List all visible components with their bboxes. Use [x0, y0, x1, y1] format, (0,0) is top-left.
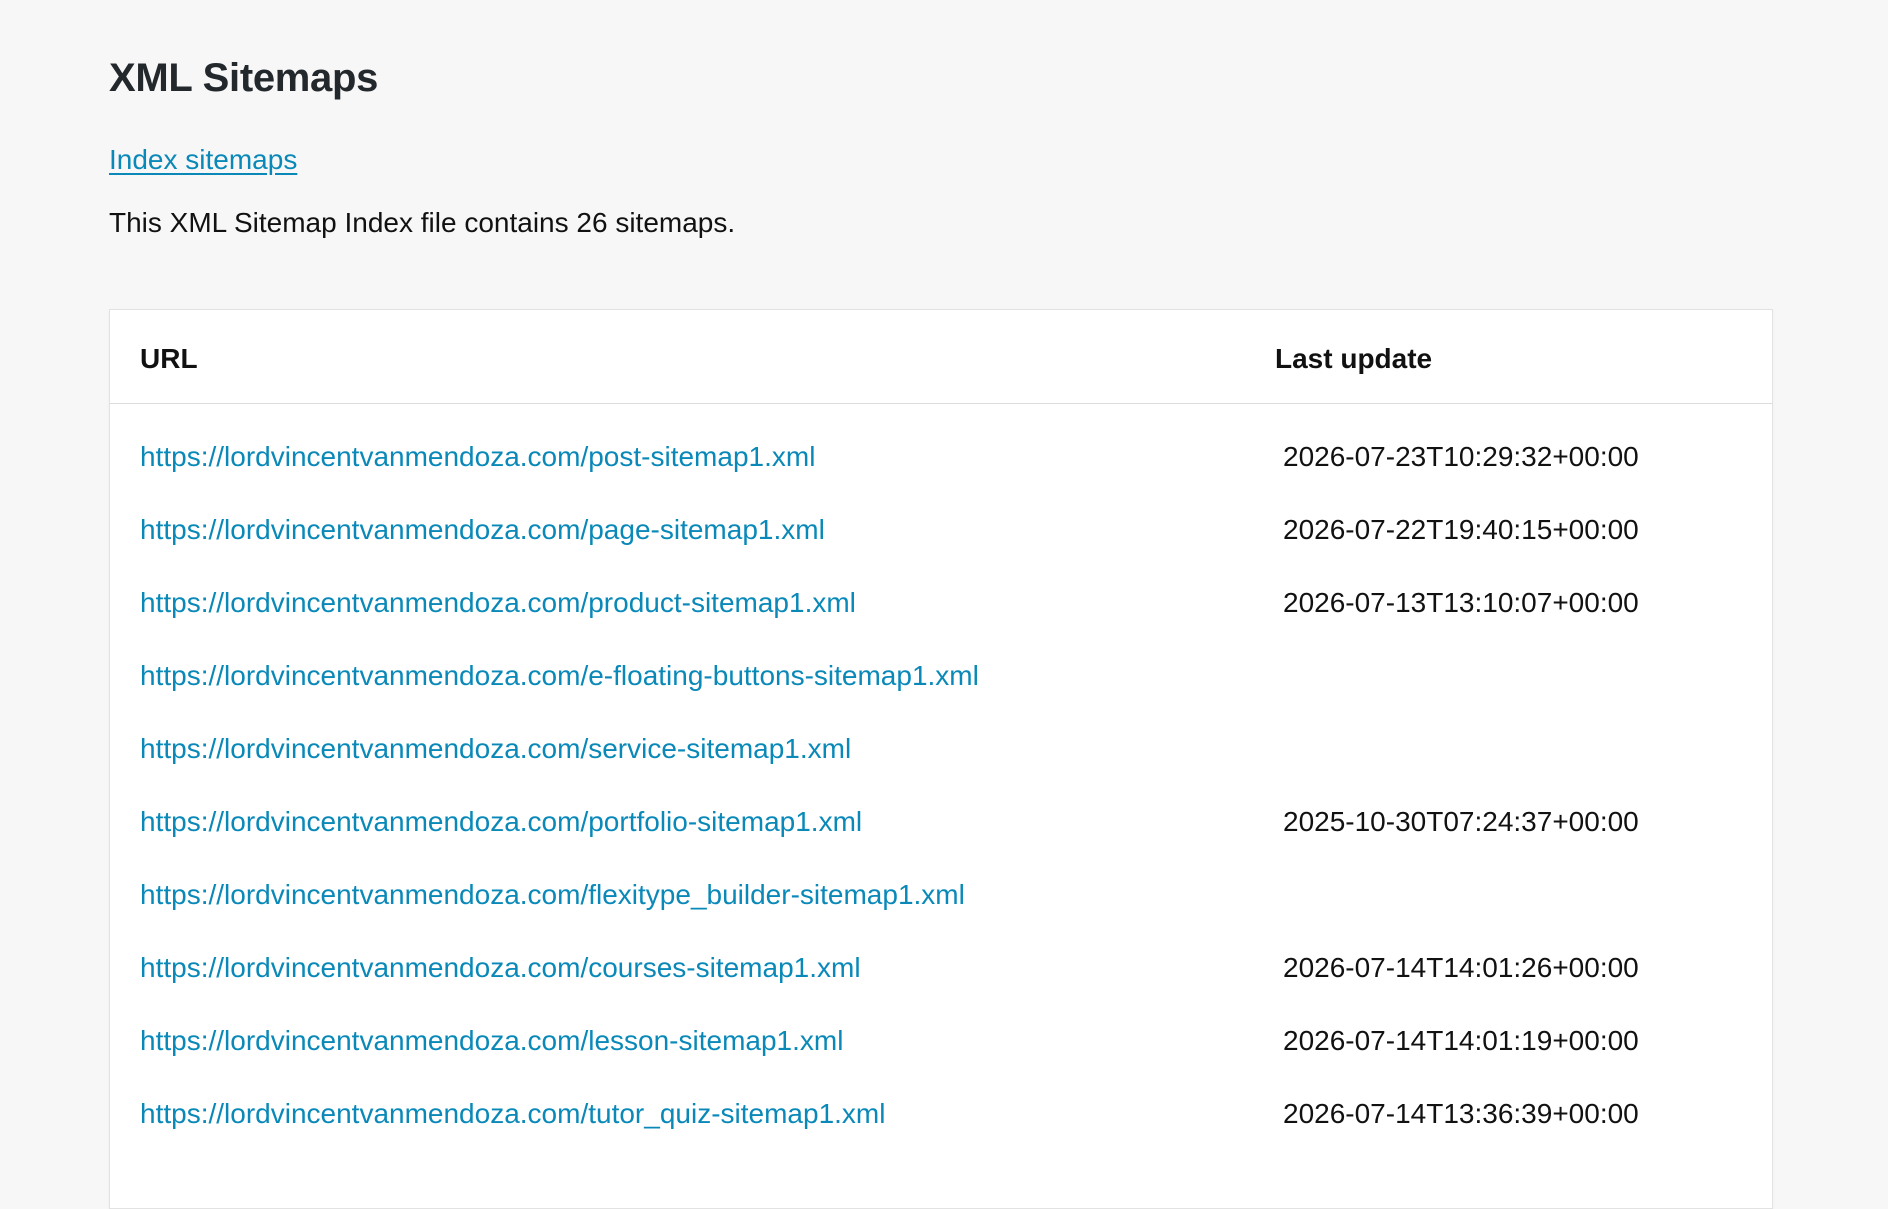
- last-update-value: 2026-07-14T14:01:26+00:00: [1283, 952, 1639, 983]
- page-title: XML Sitemaps: [109, 56, 379, 100]
- sitemap-url-link[interactable]: https://lordvincentvanmendoza.com/portfo…: [140, 806, 862, 838]
- table-row: https://lordvincentvanmendoza.com/tutor_…: [110, 1080, 1772, 1153]
- sitemap-url-link[interactable]: https://lordvincentvanmendoza.com/post-s…: [140, 441, 815, 473]
- table-row: https://lordvincentvanmendoza.com/produc…: [110, 569, 1772, 642]
- sitemap-summary: This XML Sitemap Index file contains 26 …: [109, 207, 736, 238]
- index-sitemaps-link[interactable]: Index sitemaps: [109, 144, 297, 176]
- table-row: https://lordvincentvanmendoza.com/flexit…: [110, 861, 1772, 934]
- sitemap-url-link[interactable]: https://lordvincentvanmendoza.com/servic…: [140, 733, 851, 765]
- last-update-value: 2026-07-14T14:01:19+00:00: [1283, 1025, 1639, 1056]
- table-row: https://lordvincentvanmendoza.com/page-s…: [110, 496, 1772, 569]
- table-row: https://lordvincentvanmendoza.com/portfo…: [110, 788, 1772, 861]
- table-row: https://lordvincentvanmendoza.com/e-floa…: [110, 642, 1772, 715]
- last-update-value: 2026-07-23T10:29:32+00:00: [1283, 441, 1639, 472]
- table-row: https://lordvincentvanmendoza.com/lesson…: [110, 1007, 1772, 1080]
- last-update-value: 2026-07-22T19:40:15+00:00: [1283, 514, 1639, 545]
- table-row: https://lordvincentvanmendoza.com/servic…: [110, 715, 1772, 788]
- sitemap-url-link[interactable]: https://lordvincentvanmendoza.com/tutor_…: [140, 1098, 885, 1130]
- table-body: https://lordvincentvanmendoza.com/post-s…: [110, 403, 1772, 1153]
- table-header: URL Last update: [110, 310, 1772, 404]
- table-row: https://lordvincentvanmendoza.com/course…: [110, 934, 1772, 1007]
- sitemap-url-link[interactable]: https://lordvincentvanmendoza.com/page-s…: [140, 514, 825, 546]
- last-update-value: 2026-07-14T13:36:39+00:00: [1283, 1098, 1639, 1129]
- sitemap-url-link[interactable]: https://lordvincentvanmendoza.com/flexit…: [140, 879, 965, 911]
- column-header-url: URL: [140, 343, 198, 374]
- last-update-value: 2025-10-30T07:24:37+00:00: [1283, 806, 1639, 837]
- sitemap-url-link[interactable]: https://lordvincentvanmendoza.com/course…: [140, 952, 861, 984]
- sitemap-url-link[interactable]: https://lordvincentvanmendoza.com/produc…: [140, 587, 856, 619]
- sitemap-url-link[interactable]: https://lordvincentvanmendoza.com/lesson…: [140, 1025, 843, 1057]
- table-row: https://lordvincentvanmendoza.com/post-s…: [110, 423, 1772, 496]
- column-header-last-update: Last update: [1275, 343, 1433, 374]
- last-update-value: 2026-07-13T13:10:07+00:00: [1283, 587, 1639, 618]
- sitemap-table: URL Last update https://lordvincentvanme…: [109, 309, 1773, 1209]
- sitemap-url-link[interactable]: https://lordvincentvanmendoza.com/e-floa…: [140, 660, 979, 692]
